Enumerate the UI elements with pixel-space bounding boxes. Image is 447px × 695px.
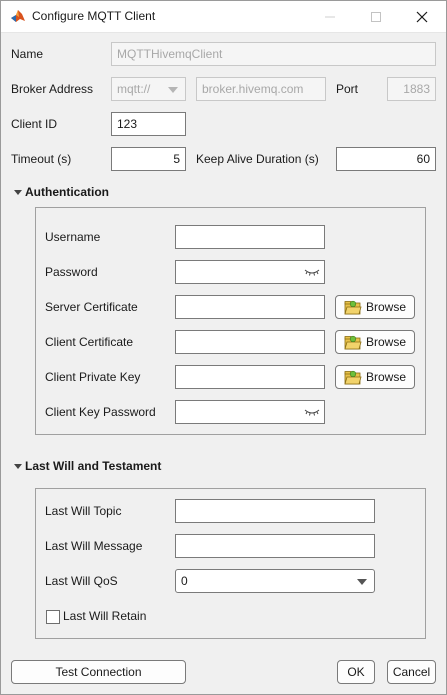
password-label: Password [45, 265, 98, 279]
browse-client-certificate-button[interactable]: Browse [335, 330, 415, 354]
authentication-heading: Authentication [25, 185, 109, 199]
broker-scheme-value: mqtt:// [117, 82, 151, 96]
timeout-field[interactable]: 5 [111, 147, 186, 171]
maximize-button[interactable] [353, 1, 399, 32]
cancel-button[interactable]: Cancel [387, 660, 436, 684]
username-field[interactable] [175, 225, 325, 249]
port-value: 1883 [403, 82, 430, 96]
timeout-label: Timeout (s) [11, 152, 72, 166]
last-will-message-label: Last Will Message [45, 539, 143, 553]
password-field[interactable] [175, 260, 325, 284]
last-will-retain-checkbox[interactable] [46, 610, 60, 624]
browse-label: Browse [365, 335, 406, 349]
chevron-down-icon [357, 579, 367, 585]
client-id-value: 123 [117, 117, 138, 131]
client-private-key-field[interactable] [175, 365, 325, 389]
maximize-icon [371, 11, 381, 22]
username-label: Username [45, 230, 101, 244]
matlab-logo-icon [11, 10, 25, 22]
eye-closed-icon[interactable] [304, 406, 320, 418]
collapse-triangle-icon [14, 463, 22, 469]
keep-alive-field[interactable]: 60 [336, 147, 436, 171]
last-will-message-field[interactable] [175, 534, 375, 558]
port-label: Port [336, 82, 359, 96]
minimize-button[interactable] [307, 1, 353, 32]
title-bar: Configure MQTT Client [1, 1, 446, 33]
keep-alive-label: Keep Alive Duration (s) [196, 152, 319, 166]
last-will-qos-label: Last Will QoS [45, 574, 118, 588]
configure-mqtt-client-dialog: Configure MQTT Client Name MQTTHivemqCli… [0, 0, 447, 695]
last-will-topic-field[interactable] [175, 499, 375, 523]
client-id-label: Client ID [11, 117, 58, 131]
last-will-qos-dropdown[interactable]: 0 [175, 569, 375, 593]
client-key-password-label: Client Key Password [45, 405, 156, 419]
last-will-section-toggle[interactable]: Last Will and Testament [14, 459, 161, 473]
name-value: MQTTHivemqClient [117, 47, 223, 61]
cancel-label: Cancel [392, 665, 431, 679]
close-button[interactable] [399, 1, 445, 32]
browse-server-certificate-button[interactable]: Browse [335, 295, 415, 319]
port-field[interactable]: 1883 [387, 77, 436, 101]
minimize-icon [325, 16, 335, 17]
close-icon [416, 11, 428, 22]
client-id-field[interactable]: 123 [111, 112, 186, 136]
server-certificate-field[interactable] [175, 295, 325, 319]
window-title: Configure MQTT Client [32, 9, 156, 23]
name-field[interactable]: MQTTHivemqClient [111, 42, 436, 66]
last-will-heading: Last Will and Testament [25, 459, 162, 473]
test-connection-label: Test Connection [55, 665, 142, 679]
client-private-key-label: Client Private Key [45, 370, 141, 384]
browse-label: Browse [365, 370, 406, 384]
browse-client-private-key-button[interactable]: Browse [335, 365, 415, 389]
last-will-topic-label: Last Will Topic [45, 504, 122, 518]
last-will-qos-value: 0 [181, 574, 188, 588]
name-label: Name [11, 47, 44, 61]
browse-label: Browse [365, 300, 406, 314]
folder-open-icon [344, 335, 362, 350]
client-certificate-label: Client Certificate [45, 335, 134, 349]
broker-host-value: broker.hivemq.com [202, 82, 304, 96]
collapse-triangle-icon [14, 189, 22, 195]
chevron-down-icon [168, 87, 178, 93]
timeout-value: 5 [173, 152, 180, 166]
folder-open-icon [344, 300, 362, 315]
keep-alive-value: 60 [416, 152, 430, 166]
ok-button[interactable]: OK [337, 660, 375, 684]
test-connection-button[interactable]: Test Connection [11, 660, 186, 684]
server-certificate-label: Server Certificate [45, 300, 138, 314]
ok-label: OK [347, 665, 365, 679]
last-will-retain-label[interactable]: Last Will Retain [63, 609, 146, 623]
authentication-section-toggle[interactable]: Authentication [14, 185, 109, 199]
broker-host-field[interactable]: broker.hivemq.com [196, 77, 326, 101]
eye-closed-icon[interactable] [304, 266, 320, 278]
broker-address-label: Broker Address [11, 82, 94, 96]
folder-open-icon [344, 370, 362, 385]
client-key-password-field[interactable] [175, 400, 325, 424]
client-certificate-field[interactable] [175, 330, 325, 354]
broker-scheme-dropdown[interactable]: mqtt:// [111, 77, 186, 101]
